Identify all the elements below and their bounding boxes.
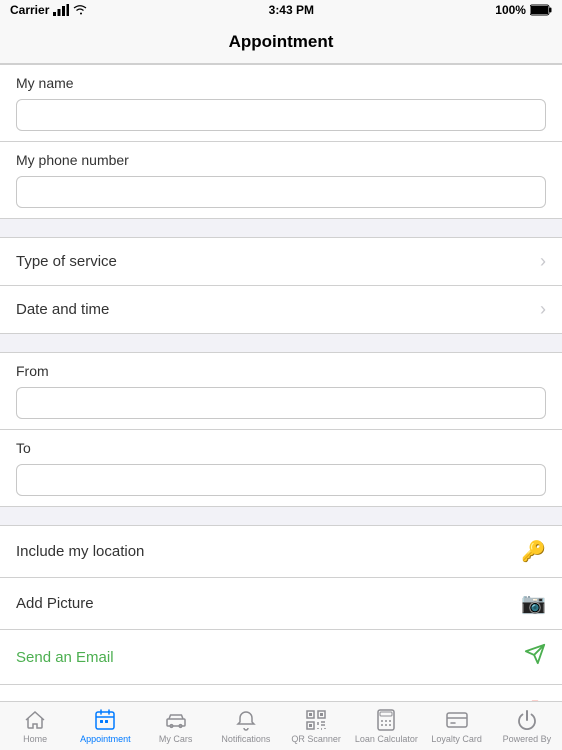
date-time-chevron-icon: › [540,299,546,320]
battery-icon [530,4,552,16]
car-icon [164,708,188,732]
notifications-icon [234,708,258,732]
send-email-row[interactable]: Send an Email [0,630,562,685]
status-carrier: Carrier [10,3,87,17]
name-label: My name [0,65,562,95]
actions-group: Include my location 🔑 Add Picture 📷 Send… [0,525,562,701]
tab-qr-scanner-label: QR Scanner [291,734,341,744]
camera-icon: 📷 [521,591,546,616]
tab-notifications-label: Notifications [221,734,270,744]
tab-loyalty-card[interactable]: Loyalty Card [422,702,492,750]
name-group: My name My phone number [0,64,562,219]
name-form-group: My name [0,65,562,131]
nav-bar: Appointment [0,20,562,64]
tab-home-label: Home [23,734,47,744]
content: My name My phone number Type of service … [0,64,562,701]
from-input[interactable] [16,387,546,419]
from-label: From [0,353,562,383]
send-email-label: Send an Email [16,649,114,666]
service-date-group: Type of service › Date and time › [0,237,562,334]
from-to-group: From To [0,352,562,507]
send-icon [524,643,546,671]
to-input[interactable] [16,464,546,496]
tab-notifications[interactable]: Notifications [211,702,281,750]
tab-my-cars[interactable]: My Cars [141,702,211,750]
to-label: To [0,430,562,460]
tab-powered-by-label: Powered By [503,734,552,744]
tab-powered-by[interactable]: Powered By [492,702,562,750]
status-time: 3:43 PM [269,3,314,17]
include-location-row[interactable]: Include my location 🔑 [0,526,562,578]
type-of-service-chevron-icon: › [540,251,546,272]
calculator-icon [374,708,398,732]
tab-my-cars-label: My Cars [159,734,193,744]
tab-appointment[interactable]: Appointment [70,702,140,750]
key-icon: 🔑 [521,539,546,564]
tab-bar: Home Appointment My Cars Notifications [0,701,562,750]
reset-form-row[interactable]: Reset Form [0,685,562,701]
signal-icon [53,4,69,16]
home-icon [23,708,47,732]
type-of-service-row[interactable]: Type of service › [0,238,562,286]
date-time-row[interactable]: Date and time › [0,286,562,333]
tab-home[interactable]: Home [0,702,70,750]
to-form-group: To [0,430,562,496]
tab-loyalty-card-label: Loyalty Card [431,734,482,744]
tab-qr-scanner[interactable]: QR Scanner [281,702,351,750]
type-of-service-label: Type of service [16,253,117,270]
status-battery: 100% [495,3,552,17]
tab-loan-calculator[interactable]: Loan Calculator [351,702,421,750]
name-input[interactable] [16,99,546,131]
calendar-icon [93,708,117,732]
phone-label: My phone number [0,142,562,172]
qr-icon [304,708,328,732]
tab-loan-calculator-label: Loan Calculator [355,734,418,744]
phone-form-group: My phone number [0,142,562,208]
phone-input[interactable] [16,176,546,208]
loyalty-icon [445,708,469,732]
status-bar: Carrier 3:43 PM 100% [0,0,562,20]
power-icon [515,708,539,732]
from-form-group: From [0,353,562,419]
add-picture-label: Add Picture [16,595,94,612]
wifi-icon [73,4,87,16]
nav-title: Appointment [229,32,334,52]
include-location-label: Include my location [16,543,144,560]
add-picture-row[interactable]: Add Picture 📷 [0,578,562,630]
tab-appointment-label: Appointment [80,734,131,744]
date-time-label: Date and time [16,301,109,318]
